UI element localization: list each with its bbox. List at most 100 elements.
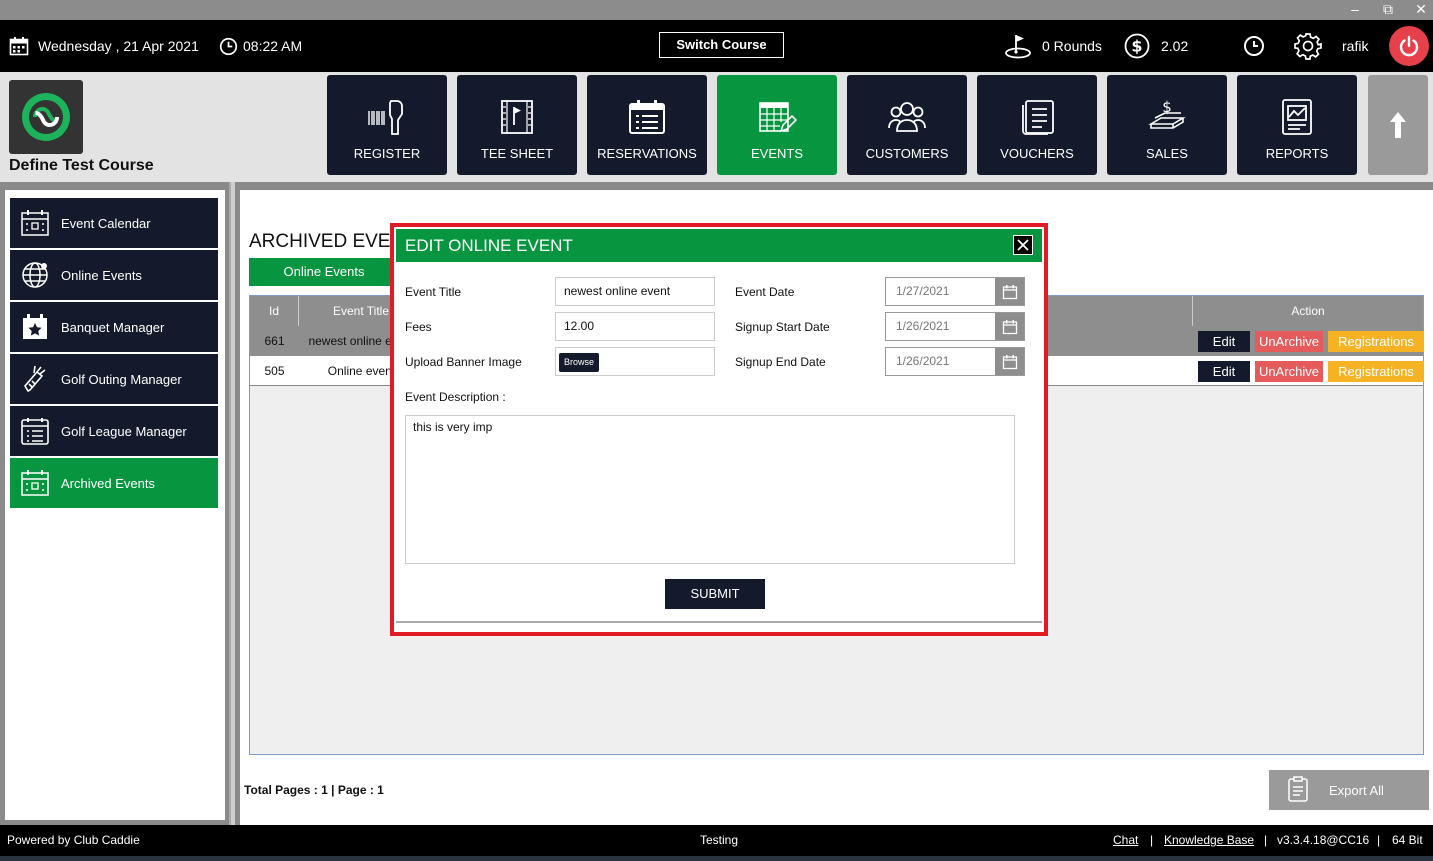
fees-input[interactable]: 12.00 (555, 312, 715, 341)
fees-label: Fees (405, 320, 432, 334)
column-header-id[interactable]: Id (250, 296, 299, 326)
current-time: 08:22 AM (243, 38, 303, 54)
signup-start-value: 1/26/2021 (896, 319, 950, 333)
event-description-label: Event Description : (405, 390, 506, 404)
cell-id: 661 (264, 334, 285, 348)
modal-header: EDIT ONLINE EVENT (396, 229, 1042, 262)
main-navigation: Define Test Course REGISTER TEE SHEET RE… (0, 72, 1433, 182)
unarchive-button[interactable]: UnArchive (1255, 361, 1323, 382)
registrations-button[interactable]: Registrations (1328, 361, 1424, 382)
calendar-icon[interactable] (995, 278, 1024, 305)
time-display: 08:22 AM (219, 20, 302, 72)
sidebar-item-label: Online Events (61, 267, 142, 283)
edit-online-event-modal: EDIT ONLINE EVENT Event Title newest onl… (390, 223, 1048, 636)
nav-reports-label: REPORTS (1265, 146, 1329, 161)
chat-link[interactable]: Chat (1113, 833, 1138, 847)
upload-banner-field: Browse (555, 347, 715, 376)
settings-gear-icon[interactable] (1294, 20, 1322, 72)
reservations-calendar-icon (629, 100, 665, 134)
powered-by-text: Powered by Club Caddie (7, 833, 140, 847)
top-bar: Wednesday , 21 Apr 2021 08:22 AM Switch … (0, 20, 1433, 72)
unarchive-button[interactable]: UnArchive (1255, 331, 1323, 352)
close-icon (1017, 239, 1029, 251)
barcode-scanner-icon (368, 100, 403, 135)
nav-tee-sheet-label: TEE SHEET (480, 146, 554, 161)
scroll-up-button[interactable] (1368, 75, 1428, 175)
modal-title: EDIT ONLINE EVENT (405, 236, 573, 255)
nav-events-label: EVENTS (750, 146, 803, 161)
rounds-display: 0 Rounds (1004, 20, 1102, 72)
username[interactable]: rafik (1342, 20, 1368, 72)
nav-sales-button[interactable]: $ SALES (1107, 75, 1227, 175)
export-all-label: Export All (1329, 782, 1384, 798)
signup-end-date-picker[interactable]: 1/26/2021 (885, 347, 1025, 376)
sidebar-item-golf-outing-manager[interactable]: Golf Outing Manager (10, 354, 218, 404)
tee-sheet-icon (501, 100, 533, 134)
pagination-status: Total Pages : 1 | Page : 1 (244, 783, 384, 797)
svg-text:$: $ (1131, 37, 1142, 56)
signup-end-label: Signup End Date (735, 355, 826, 369)
window-close-button[interactable]: ✕ (1406, 0, 1433, 20)
nav-customers-button[interactable]: CUSTOMERS (847, 75, 967, 175)
upload-banner-label: Upload Banner Image (405, 355, 522, 369)
export-all-button[interactable]: Export All (1269, 770, 1429, 810)
nav-reports-button[interactable]: REPORTS (1237, 75, 1357, 175)
signup-start-label: Signup Start Date (735, 320, 830, 334)
calendar-icon (9, 36, 29, 56)
golf-bag-icon (19, 363, 51, 395)
sidebar-item-golf-league-manager[interactable]: Golf League Manager (10, 406, 218, 456)
export-document-icon (1287, 775, 1309, 805)
panel-splitter[interactable] (229, 182, 235, 825)
restore-button[interactable]: ⧉ (1373, 0, 1403, 20)
minimize-button[interactable]: ‒ (1340, 0, 1370, 20)
sidebar-item-label: Event Calendar (61, 215, 151, 231)
events-sidebar: Event Calendar Online Events Banquet Man… (5, 190, 225, 820)
power-icon (1399, 35, 1419, 57)
column-header-action[interactable]: Action (1193, 296, 1423, 326)
tab-online-events[interactable]: Online Events (249, 258, 399, 286)
events-calendar-icon (759, 102, 797, 133)
club-logo (9, 80, 83, 154)
edit-button[interactable]: Edit (1198, 331, 1250, 352)
bitness-text: 64 Bit (1392, 833, 1423, 847)
calendar-icon[interactable] (995, 348, 1024, 375)
nav-reservations-button[interactable]: RESERVATIONS (587, 75, 707, 175)
nav-vouchers-button[interactable]: VOUCHERS (977, 75, 1097, 175)
registrations-button[interactable]: Registrations (1328, 331, 1424, 352)
event-title-input[interactable]: newest online event (555, 277, 715, 306)
nav-tee-sheet-button[interactable]: TEE SHEET (457, 75, 577, 175)
footer-separator: | (1150, 833, 1154, 847)
club-caddie-logo-icon (22, 93, 70, 141)
sidebar-item-label: Golf League Manager (61, 423, 187, 439)
modal-close-button[interactable] (1013, 235, 1033, 255)
history-clock-icon[interactable] (1243, 20, 1265, 72)
calendar-icon[interactable] (995, 313, 1024, 340)
event-description-textarea[interactable]: this is very imp (405, 415, 1015, 564)
event-date-picker[interactable]: 1/27/2021 (885, 277, 1025, 306)
arrow-up-icon (1390, 112, 1406, 138)
submit-button[interactable]: SUBMIT (665, 579, 765, 609)
sidebar-item-event-calendar[interactable]: Event Calendar (10, 198, 218, 248)
nav-reservations-label: RESERVATIONS (597, 146, 697, 161)
power-logout-button[interactable] (1389, 26, 1429, 66)
nav-events-button[interactable]: EVENTS (717, 75, 837, 175)
customers-icon (888, 102, 926, 132)
signup-start-date-picker[interactable]: 1/26/2021 (885, 312, 1025, 341)
rounds-count: 0 Rounds (1042, 38, 1102, 54)
balance-value: 2.02 (1161, 38, 1189, 54)
knowledge-base-link[interactable]: Knowledge Base (1164, 833, 1254, 847)
sidebar-item-archived-events[interactable]: Archived Events (10, 458, 218, 508)
edit-button[interactable]: Edit (1198, 361, 1250, 382)
sidebar-item-online-events[interactable]: Online Events (10, 250, 218, 300)
sidebar-item-banquet-manager[interactable]: Banquet Manager (10, 302, 218, 352)
date-display: Wednesday , 21 Apr 2021 (9, 20, 199, 72)
event-date-label: Event Date (735, 285, 795, 299)
footer-separator: | (1377, 833, 1381, 847)
nav-vouchers-label: VOUCHERS (1000, 146, 1074, 161)
sidebar-item-label: Golf Outing Manager (61, 371, 182, 387)
browse-button[interactable]: Browse (559, 353, 600, 372)
nav-customers-label: CUSTOMERS (865, 146, 949, 161)
event-title-label: Event Title (405, 285, 462, 299)
nav-register-button[interactable]: REGISTER (327, 75, 447, 175)
switch-course-button[interactable]: Switch Course (659, 32, 784, 58)
